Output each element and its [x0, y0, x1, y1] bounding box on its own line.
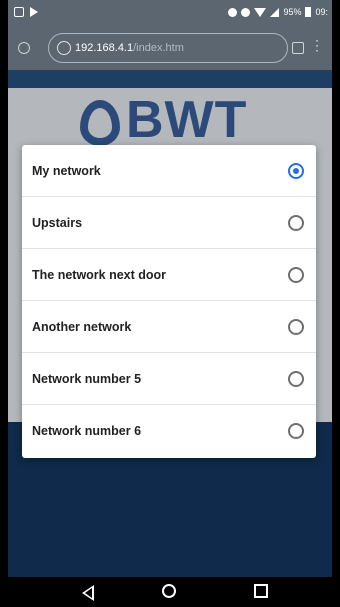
overflow-menu-icon[interactable]: ⋮: [310, 38, 324, 52]
recent-apps-icon[interactable]: [254, 584, 268, 598]
url-field[interactable]: 192.168.4.1/index.htm: [48, 33, 288, 63]
battery-icon: [305, 7, 312, 17]
url-text[interactable]: 192.168.4.1/index.htm: [75, 42, 184, 54]
network-option-4[interactable]: Network number 5: [22, 353, 316, 405]
logo-text: BWT: [126, 91, 248, 149]
navigation-bar: [8, 577, 332, 607]
signal-icon: [270, 7, 280, 17]
phone-screen: 95% 09: 192.168.4.1/index.htm ⋮ BWT My n…: [8, 0, 332, 607]
url-path: /index.htm: [133, 42, 184, 54]
option-label: Another network: [32, 319, 132, 334]
home-button-icon[interactable]: [162, 584, 176, 598]
radio-icon[interactable]: [288, 423, 304, 439]
data-saver-icon: [228, 7, 238, 17]
radio-icon[interactable]: [288, 318, 304, 335]
option-label: Network number 6: [32, 424, 142, 438]
option-label: My network: [32, 163, 101, 178]
network-select-dialog: My network Upstairs The network next doo…: [22, 145, 316, 458]
option-label: The network next door: [32, 267, 167, 282]
network-option-2[interactable]: The network next door: [22, 249, 316, 301]
url-host: 192.168.4.1: [75, 42, 134, 54]
radio-icon[interactable]: [288, 370, 304, 387]
bwt-logo: BWT: [80, 90, 247, 150]
play-store-icon: [30, 7, 38, 17]
radio-icon[interactable]: [288, 266, 304, 283]
wifi-icon: [254, 7, 267, 17]
home-icon[interactable]: [18, 42, 30, 54]
network-option-0[interactable]: My network: [22, 145, 316, 197]
network-option-5[interactable]: Network number 6: [22, 405, 316, 457]
tab-switcher-icon[interactable]: [292, 42, 304, 54]
page-header-band: [8, 70, 332, 88]
status-bar: 95% 09:: [8, 0, 332, 26]
notification-icon: [14, 7, 24, 17]
battery-percent: 95%: [283, 7, 302, 17]
option-label: Network number 5: [32, 371, 142, 386]
clock: 09:: [315, 7, 328, 17]
bwt-logo-mark: [80, 100, 120, 147]
network-option-1[interactable]: Upstairs: [22, 197, 316, 249]
radio-icon[interactable]: [288, 214, 304, 231]
back-icon[interactable]: [82, 585, 94, 601]
network-option-3[interactable]: Another network: [22, 301, 316, 353]
alarm-icon: [241, 7, 251, 17]
radio-checked-icon[interactable]: [288, 162, 304, 179]
browser-toolbar: 192.168.4.1/index.htm ⋮: [8, 26, 332, 70]
option-label: Upstairs: [32, 215, 83, 230]
info-icon[interactable]: [57, 41, 71, 55]
